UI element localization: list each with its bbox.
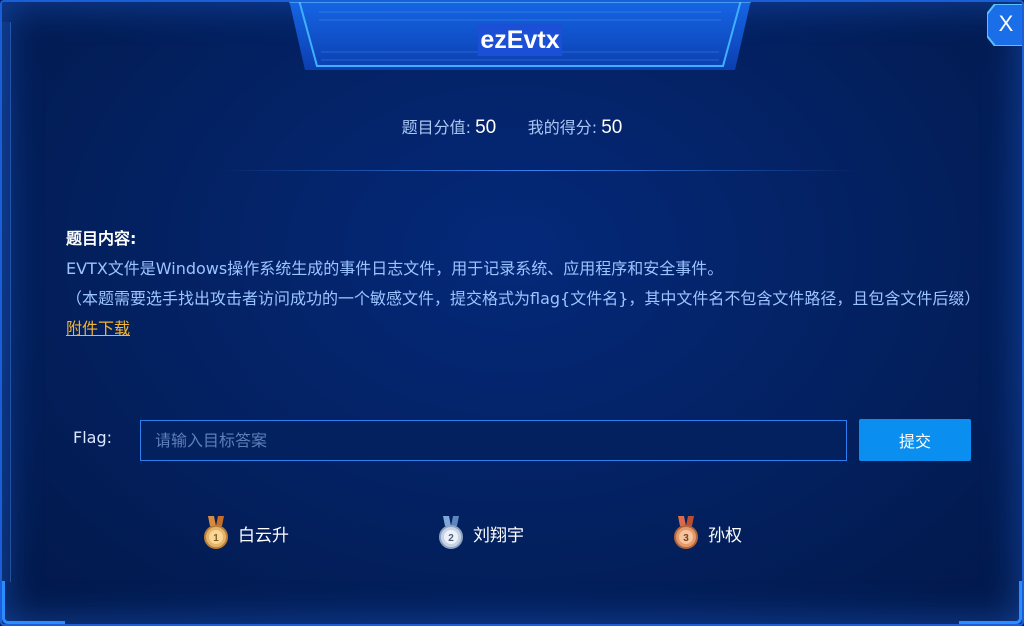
flag-label: Flag:: [73, 428, 112, 447]
content-instructions: （本题需要选手找出攻击者访问成功的一个敏感文件，提交格式为flag{文件名}，其…: [66, 289, 981, 308]
winner-first: 1 白云升: [200, 516, 289, 550]
corner-decoration-bottom-right: [959, 581, 1022, 624]
winner-third-name: 孙权: [708, 525, 742, 546]
challenge-score-label: 题目分值:: [401, 118, 472, 137]
left-edge-decoration: [2, 22, 11, 582]
winner-third: 3 孙权: [670, 516, 742, 550]
silver-medal-icon: 2: [439, 516, 463, 549]
challenge-modal: ezEvtx X 题目分值: 50 我的得分: 50 题目内容: EVTX文件是Wi…: [0, 0, 1024, 626]
winner-third-rank: 3: [683, 533, 689, 544]
content-description: EVTX文件是Windows操作系统生成的事件日志文件，用于记录系统、应用程序和…: [66, 259, 724, 278]
divider: [218, 170, 858, 171]
winner-second-rank: 2: [448, 533, 454, 544]
winner-first-name: 白云升: [238, 525, 289, 546]
gold-medal-icon: 1: [204, 516, 228, 549]
score-row: 题目分值: 50 我的得分: 50: [2, 114, 1022, 139]
winner-second: 2 刘翔宇: [435, 516, 524, 550]
challenge-score-value: 50: [475, 117, 497, 138]
bronze-medal-icon: 3: [674, 516, 698, 549]
my-score-label: 我的得分:: [527, 118, 598, 137]
corner-decoration-bottom-left: [2, 581, 65, 624]
flag-input[interactable]: [140, 420, 847, 461]
winner-second-name: 刘翔宇: [473, 525, 524, 546]
challenge-title: ezEvtx: [478, 24, 562, 56]
close-button[interactable]: X: [987, 4, 1022, 46]
submit-button[interactable]: 提交: [859, 419, 971, 461]
title-tab: ezEvtx: [289, 2, 751, 72]
challenge-content: 题目内容: EVTX文件是Windows操作系统生成的事件日志文件，用于记录系统…: [66, 224, 986, 344]
winner-first-rank: 1: [213, 533, 219, 544]
my-score-value: 50: [601, 117, 623, 138]
content-heading: 题目内容:: [66, 229, 137, 248]
attachment-download-link[interactable]: 附件下载: [66, 319, 130, 338]
close-icon: X: [998, 11, 1014, 36]
